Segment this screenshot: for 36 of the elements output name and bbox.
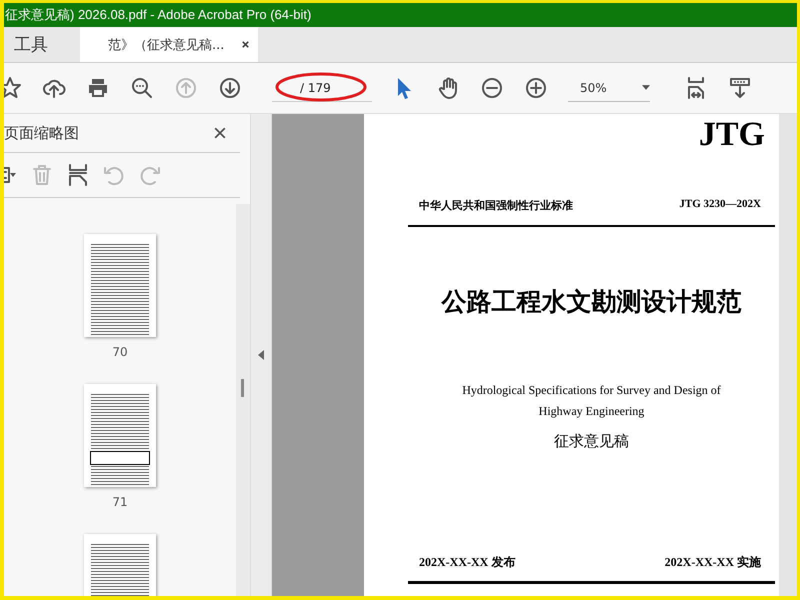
- page-thumbnail[interactable]: [84, 384, 156, 487]
- page-count: / 179: [300, 80, 331, 94]
- close-icon[interactable]: [214, 127, 226, 139]
- zoom-dropdown[interactable]: 50%: [568, 74, 650, 102]
- page-number: 71: [112, 495, 128, 509]
- panel-collapse-handle[interactable]: [250, 114, 272, 596]
- effective-date: 202X-XX-XX 实施: [664, 554, 761, 571]
- scroll-icon[interactable]: [728, 76, 752, 100]
- plus-icon[interactable]: [524, 76, 548, 100]
- tab[interactable]: 范》（征求意见稿...: [80, 27, 258, 62]
- insert-icon[interactable]: [66, 163, 90, 187]
- close-icon[interactable]: [241, 40, 250, 49]
- logo-text: JTG: [698, 115, 766, 155]
- caret-icon: [642, 85, 650, 90]
- standard-type: 中华人民共和国强制性行业标准: [419, 198, 573, 213]
- english-title: Highway Engineering: [538, 403, 646, 420]
- scrollbar[interactable]: [236, 204, 250, 596]
- minus-icon[interactable]: [480, 76, 504, 100]
- tab-label: 范》（征求意见稿...: [107, 36, 226, 54]
- print-icon[interactable]: [86, 76, 110, 100]
- draft-status: 征求意见稿: [553, 432, 630, 451]
- collapse-arrow-icon: [258, 350, 264, 360]
- search-icon[interactable]: [130, 76, 154, 100]
- down-icon[interactable]: [218, 76, 242, 100]
- page-thumbnail[interactable]: [84, 234, 156, 337]
- hand-icon[interactable]: [436, 76, 460, 100]
- page-number: 70: [112, 345, 128, 359]
- star-icon[interactable]: [4, 76, 22, 100]
- document-title: 公路工程水文勘测设计规范: [440, 286, 742, 318]
- tab[interactable]: 工具: [4, 27, 80, 62]
- panel-title: 页面缩略图: [4, 124, 79, 142]
- issue-date: 202X-XX-XX 发布: [419, 554, 516, 571]
- standard-code: JTG 3230—202X: [679, 198, 761, 212]
- window-title: 征求意见稿) 2026.08.pdf - Adobe Acrobat Pro (64-bit): [4, 6, 312, 24]
- english-title: Hydrological Specifications for Survey and Design of: [461, 382, 722, 399]
- tab-label: 工具: [14, 34, 48, 56]
